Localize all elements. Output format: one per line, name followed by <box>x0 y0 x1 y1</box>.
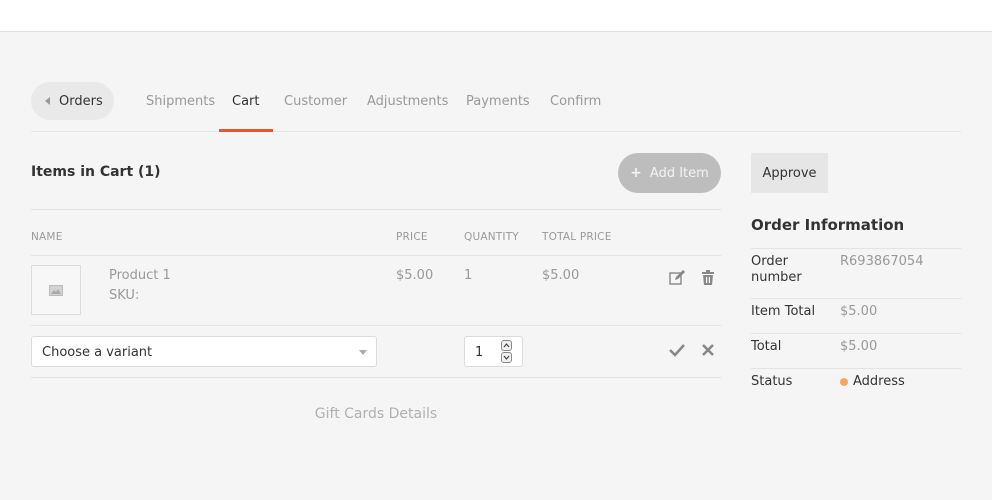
status-badge: Address <box>840 374 905 390</box>
back-to-orders-label: Orders <box>59 93 103 109</box>
image-placeholder-icon <box>49 284 63 296</box>
total-label: Total <box>751 339 782 354</box>
tab-confirm[interactable]: Confirm <box>550 82 601 132</box>
divider <box>31 255 721 256</box>
quantity-value: 1 <box>475 345 484 360</box>
product-name[interactable]: Product 1 <box>109 268 171 283</box>
variant-select[interactable]: Choose a variant <box>31 336 377 367</box>
quantity-stepper[interactable]: 1 <box>464 336 523 367</box>
tab-adjustments[interactable]: Adjustments <box>367 82 448 132</box>
status-value: Address <box>853 374 905 389</box>
tab-customer[interactable]: Customer <box>284 82 347 132</box>
column-header-name: NAME <box>31 231 63 243</box>
variant-select-label: Choose a variant <box>42 345 153 360</box>
product-sku: SKU: <box>109 288 140 303</box>
add-item-button[interactable]: + Add Item <box>618 153 721 193</box>
add-item-label: Add Item <box>649 165 709 181</box>
column-header-price: PRICE <box>396 231 428 243</box>
item-total-label: Item Total <box>751 304 816 319</box>
total-value: $5.00 <box>840 339 878 354</box>
item-total-value: $5.00 <box>840 304 878 319</box>
product-quantity: 1 <box>464 268 473 283</box>
order-number-value: R693867054 <box>840 254 924 269</box>
gift-cards-details-link[interactable]: Gift Cards Details <box>31 406 721 422</box>
check-icon[interactable] <box>668 341 686 359</box>
tab-cart[interactable]: Cart <box>219 82 273 132</box>
increment-icon[interactable] <box>501 340 512 351</box>
divider <box>751 368 961 369</box>
close-icon[interactable] <box>699 341 717 359</box>
divider <box>751 333 961 334</box>
plus-icon: + <box>630 165 642 181</box>
trash-icon[interactable] <box>699 269 717 287</box>
approve-button[interactable]: Approve <box>751 153 828 193</box>
back-to-orders-button[interactable]: Orders <box>31 82 114 120</box>
top-bar <box>0 0 992 32</box>
divider <box>31 209 721 210</box>
chevron-down-icon <box>359 350 367 355</box>
tab-shipments[interactable]: Shipments <box>146 82 215 132</box>
edit-icon[interactable] <box>668 269 686 287</box>
decrement-icon[interactable] <box>501 352 512 363</box>
order-information-title: Order Information <box>751 216 905 234</box>
caret-left-icon <box>45 97 50 105</box>
order-number-label: Order number <box>751 254 802 285</box>
status-label: Status <box>751 374 793 389</box>
divider <box>31 325 721 326</box>
order-tabs: Orders Shipments Cart Customer Adjustmen… <box>31 82 961 132</box>
product-price: $5.00 <box>396 268 434 283</box>
divider <box>751 248 961 249</box>
product-total-price: $5.00 <box>542 268 580 283</box>
tab-payments[interactable]: Payments <box>466 82 530 132</box>
product-thumbnail <box>31 265 81 315</box>
column-header-quantity: QUANTITY <box>464 231 519 243</box>
status-dot-icon <box>840 378 848 386</box>
cart-title: Items in Cart (1) <box>31 164 161 180</box>
column-header-total-price: TOTAL PRICE <box>542 231 612 243</box>
divider <box>31 377 721 378</box>
divider <box>751 298 961 299</box>
